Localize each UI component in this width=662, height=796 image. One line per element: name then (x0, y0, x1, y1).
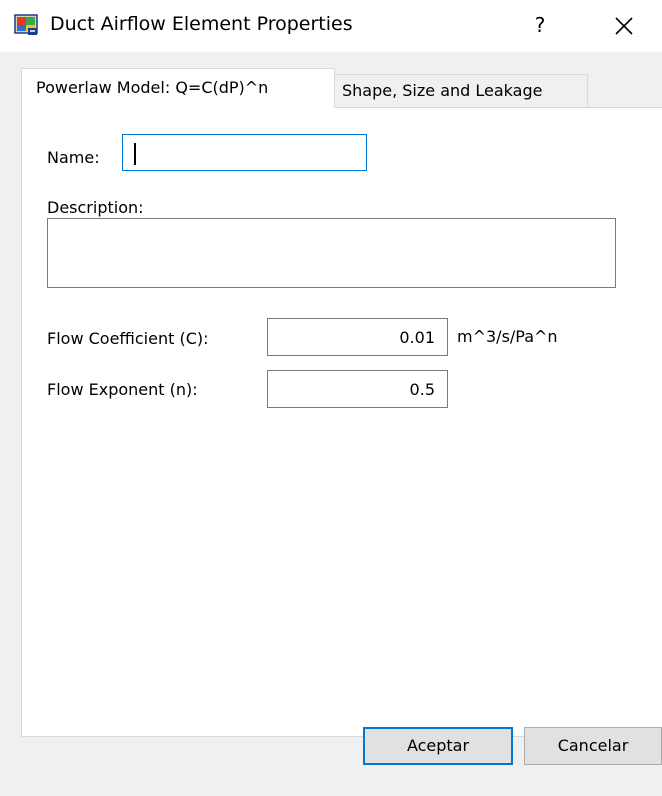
window-title: Duct Airflow Element Properties (50, 13, 353, 35)
name-label: Name: (47, 148, 100, 167)
flow-exponent-label: Flow Exponent (n): (47, 380, 198, 399)
flow-coefficient-unit: m^3/s/Pa^n (457, 327, 558, 346)
close-icon (615, 17, 633, 35)
help-button[interactable]: ? (525, 10, 555, 40)
app-icon (14, 14, 38, 35)
dialog-window: Duct Airflow Element Properties ? Powerl… (0, 0, 662, 796)
name-field[interactable] (122, 134, 367, 171)
dialog-client-area: Powerlaw Model: Q=C(dP)^n Shape, Size an… (0, 52, 662, 796)
ok-button[interactable]: Aceptar (363, 727, 513, 765)
close-button[interactable] (604, 8, 644, 42)
description-label: Description: (47, 198, 144, 217)
description-field[interactable] (47, 218, 616, 288)
flow-coefficient-field[interactable] (267, 318, 448, 356)
cancel-button[interactable]: Cancelar (524, 727, 662, 765)
flow-exponent-field[interactable] (267, 370, 448, 408)
tab-shape-size-leakage[interactable]: Shape, Size and Leakage (335, 74, 588, 107)
flow-coefficient-label: Flow Coefficient (C): (47, 329, 209, 348)
text-caret (134, 143, 136, 165)
title-bar[interactable]: Duct Airflow Element Properties ? (0, 0, 662, 52)
tab-powerlaw-model[interactable]: Powerlaw Model: Q=C(dP)^n (21, 68, 335, 108)
